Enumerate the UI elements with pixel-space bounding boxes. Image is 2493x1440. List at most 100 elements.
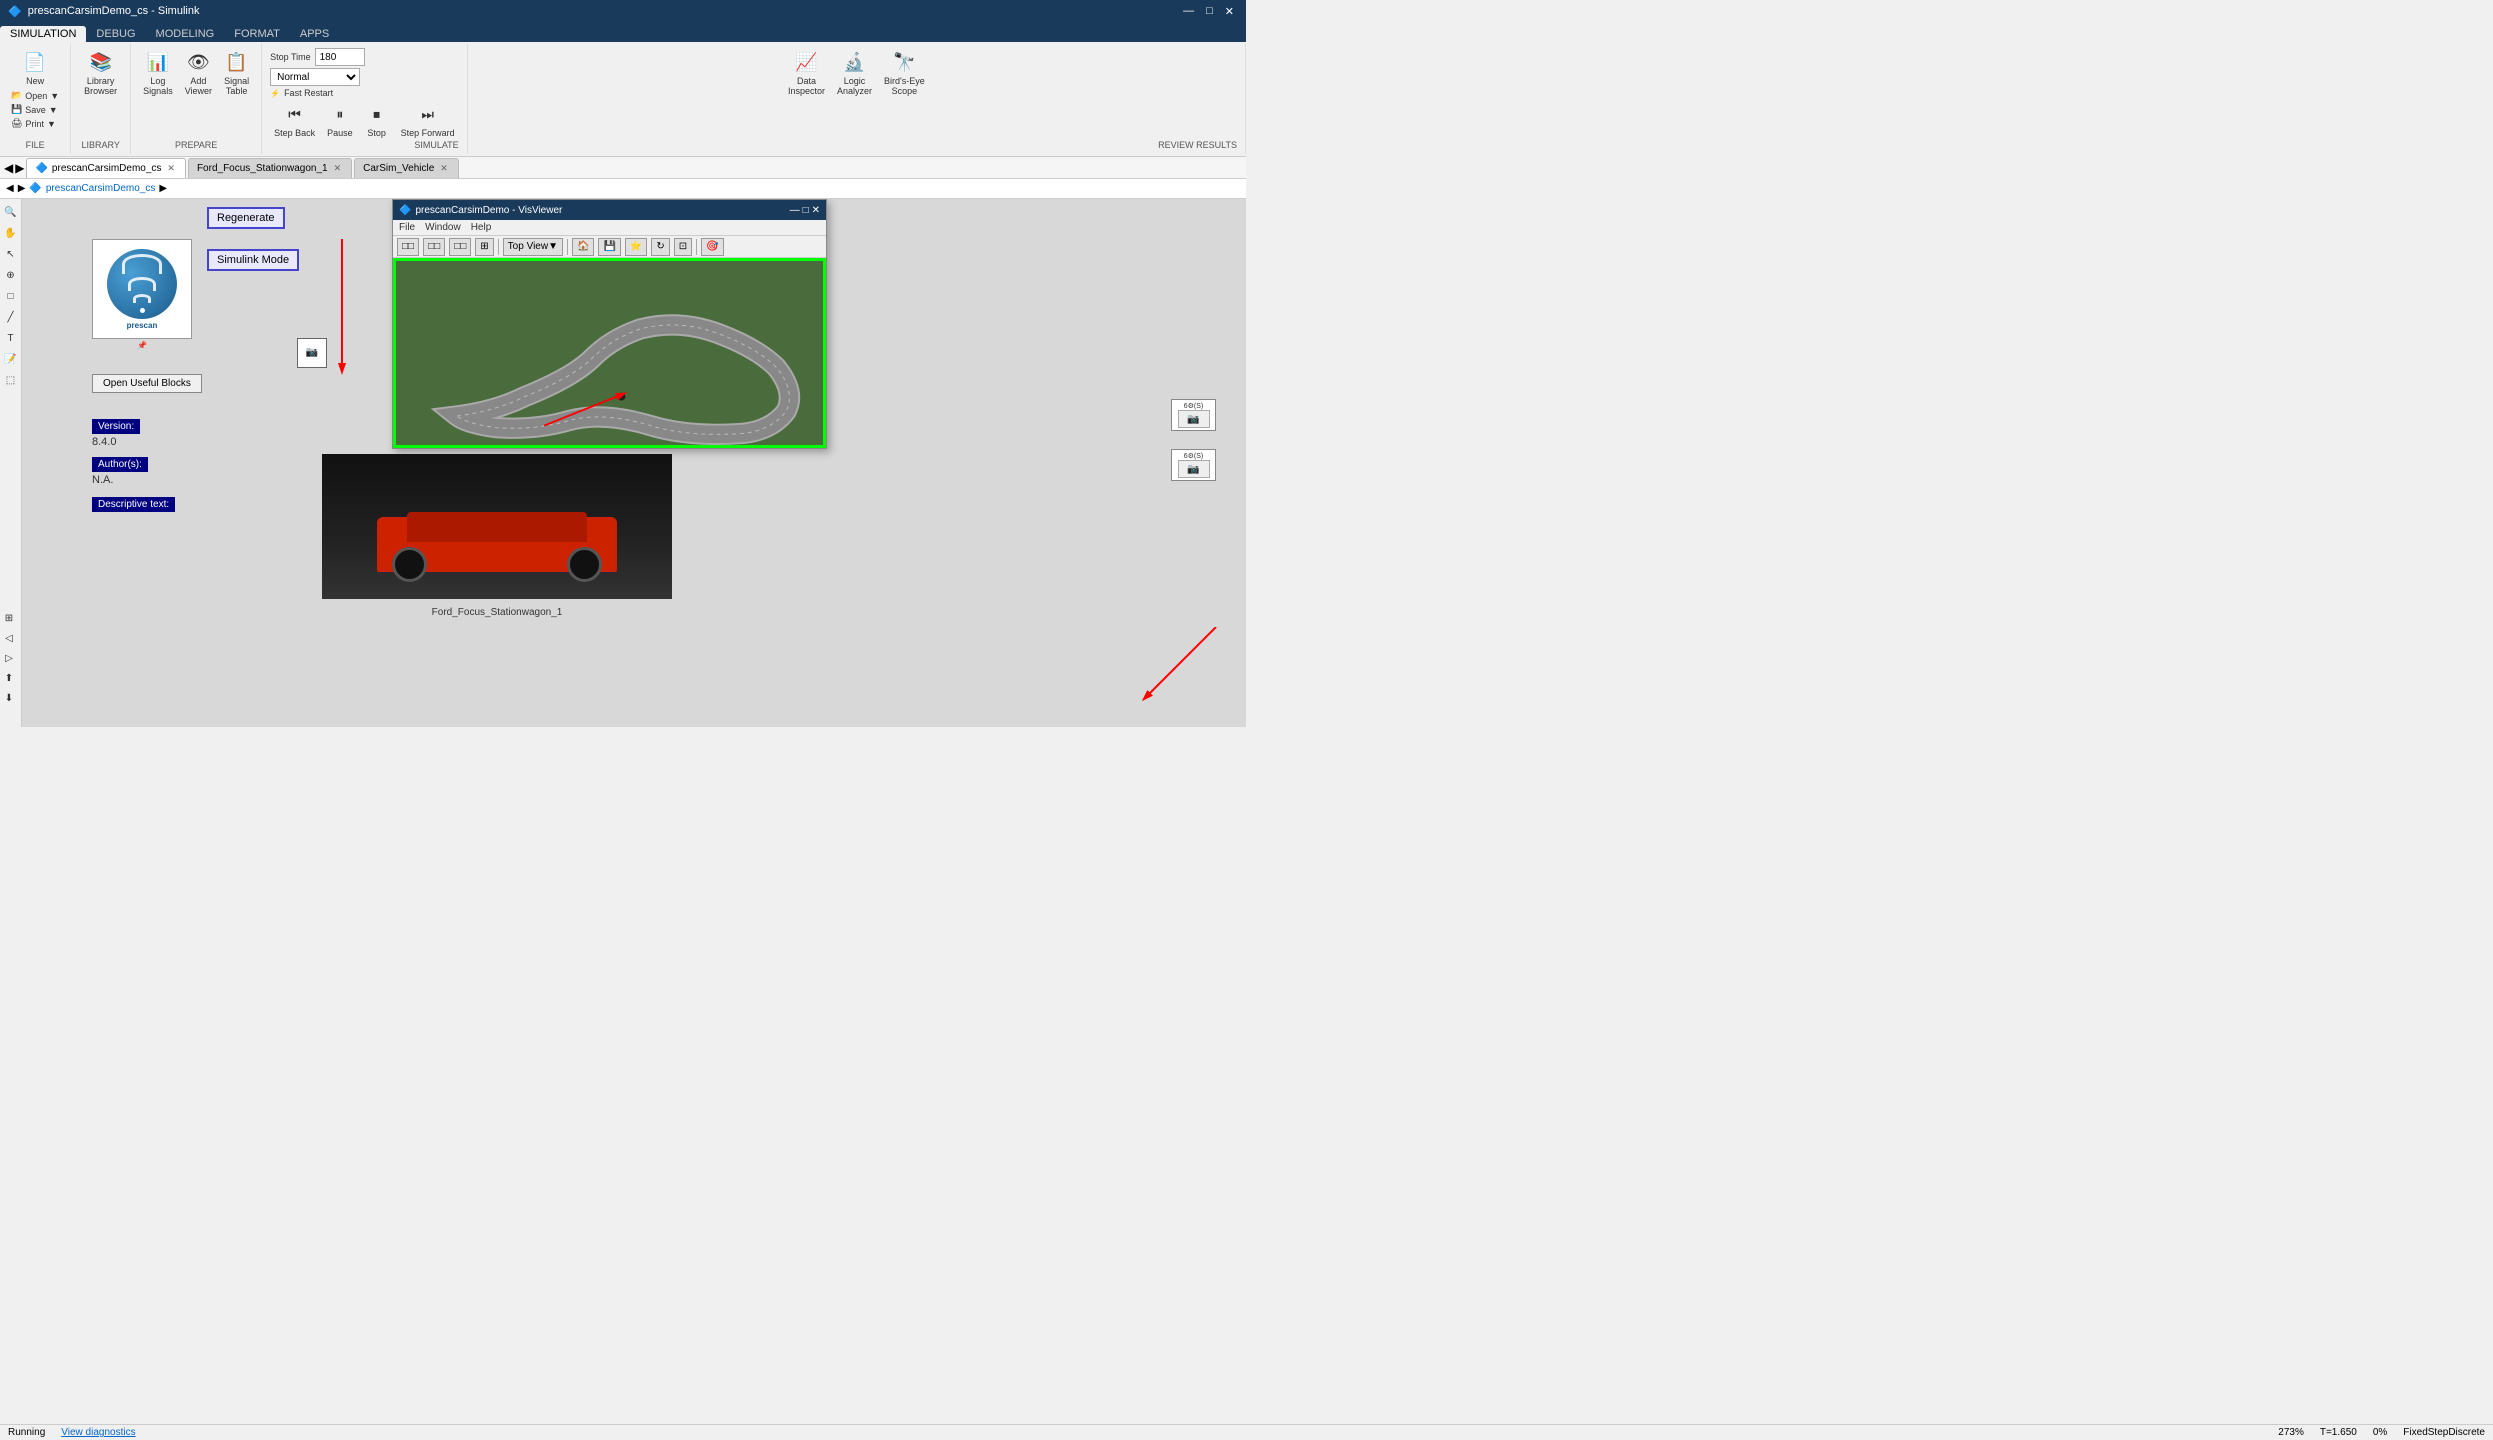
vis-view-dropdown[interactable]: Top View ▼ xyxy=(503,238,563,256)
menu-tabs: SIMULATION DEBUG MODELING FORMAT APPS xyxy=(0,22,1246,42)
breadcrumb-forward[interactable]: ▶ xyxy=(18,183,26,194)
logic-analyzer-button[interactable]: 🔬 Logic Analyzer xyxy=(833,48,876,98)
minimize-button[interactable]: — xyxy=(1179,5,1198,18)
vis-menu-help[interactable]: Help xyxy=(471,222,492,233)
wifi-ring-small xyxy=(133,294,151,303)
tab-apps[interactable]: APPS xyxy=(290,26,339,42)
open-useful-button[interactable]: Open Useful Blocks xyxy=(92,374,202,393)
library-icon: 📚 xyxy=(89,50,113,74)
pause-button[interactable]: ⏸ Pause xyxy=(323,100,357,140)
vis-view-toggle3[interactable]: □□ xyxy=(449,238,471,256)
stop-time-input[interactable] xyxy=(315,48,365,66)
vis-view-toggle2[interactable]: □□ xyxy=(423,238,445,256)
tab-close-ford[interactable]: ✕ xyxy=(332,163,344,174)
tab-simulation[interactable]: SIMULATION xyxy=(0,26,86,42)
sidebar-border[interactable]: ⬚ xyxy=(2,371,20,389)
open-icon: 📂 xyxy=(11,90,22,101)
add-viewer-button[interactable]: 👁 Add Viewer xyxy=(181,48,216,98)
tab-ford[interactable]: Ford_Focus_Stationwagon_1 ✕ xyxy=(188,158,352,178)
tab-carsim[interactable]: CarSim_Vehicle ✕ xyxy=(354,158,459,178)
stop-time-row: Stop Time xyxy=(270,48,365,66)
vis-dots[interactable]: ⊡ xyxy=(674,238,692,256)
close-button[interactable]: ✕ xyxy=(1221,5,1238,18)
car-area xyxy=(322,454,672,599)
time-label: T=1.650 xyxy=(2320,1427,2357,1438)
sidebar-down[interactable]: ⬇ xyxy=(0,689,18,707)
connector-area: 📷 ▶ xyxy=(297,344,308,361)
maximize-button[interactable]: □ xyxy=(1202,5,1217,18)
vis-view-toggle4[interactable]: ⊞ xyxy=(475,238,493,256)
signal-table-button[interactable]: 📋 Signal Table xyxy=(220,48,253,98)
sidebar-note[interactable]: 📝 xyxy=(2,350,20,368)
stop-button[interactable]: ⏹ Stop xyxy=(361,100,393,140)
vis-maximize[interactable]: □ xyxy=(803,205,809,216)
step-forward-button[interactable]: ⏭ Step Forward xyxy=(397,100,459,140)
sidebar-bottom-2[interactable]: ◁ xyxy=(0,629,18,647)
vis-menu-file[interactable]: File xyxy=(399,222,415,233)
vis-home[interactable]: 🏠 xyxy=(572,238,594,256)
vis-view-toggle[interactable]: □□ xyxy=(397,238,419,256)
vis-save[interactable]: 💾 xyxy=(598,238,620,256)
prescan-pin: 📌 xyxy=(92,341,192,350)
prescan-text: prescan xyxy=(127,321,158,330)
window-title: prescanCarsimDemo_cs - Simulink xyxy=(28,5,200,17)
breadcrumb-model[interactable]: prescanCarsimDemo_cs xyxy=(46,183,155,194)
birds-eye-button[interactable]: 🔭 Bird's-Eye Scope xyxy=(880,48,929,98)
vis-menu-window[interactable]: Window xyxy=(425,222,461,233)
file-items: 📄 New 📂 Open ▼ 💾 Save ▼ 🖨 Print ▼ xyxy=(8,48,62,138)
save-button[interactable]: 💾 Save ▼ xyxy=(8,103,62,116)
mode-dropdown[interactable]: Normal xyxy=(270,68,360,86)
fast-restart-row: ⚡ Fast Restart xyxy=(270,88,365,98)
open-button[interactable]: 📂 Open ▼ xyxy=(8,89,62,102)
sidebar-up-down[interactable]: ⬆ xyxy=(0,669,18,687)
app-icon: 🔷 xyxy=(8,5,22,18)
vis-extra[interactable]: 🎯 xyxy=(701,238,723,256)
title-bar-controls[interactable]: — □ ✕ xyxy=(1179,5,1238,18)
tab-label-ford: Ford_Focus_Stationwagon_1 xyxy=(197,163,328,174)
step-back-button[interactable]: ⏮ Step Back xyxy=(270,100,319,140)
percent-label: 0% xyxy=(2373,1427,2387,1438)
tab-modeling[interactable]: MODELING xyxy=(146,26,225,42)
vis-title-bar: 🔷 prescanCarsimDemo - VisViewer — □ ✕ xyxy=(393,200,826,220)
print-button[interactable]: 🖨 Print ▼ xyxy=(8,117,62,130)
new-icon: 📄 xyxy=(23,50,47,74)
simulink-mode-button[interactable]: Simulink Mode xyxy=(207,249,299,271)
new-button[interactable]: 📄 New xyxy=(8,48,62,88)
canvas-area: prescan 📌 Regenerate Simulink Mode Open … xyxy=(22,199,1246,727)
sidebar-text[interactable]: T xyxy=(2,329,20,347)
tab-nav-next[interactable]: ▶ xyxy=(15,161,24,175)
tab-nav-prev[interactable]: ◀ xyxy=(4,161,13,175)
small-block-2: 6⚙(S) 📷 xyxy=(1171,449,1216,481)
sidebar-bottom-1[interactable]: ⊞ xyxy=(0,609,18,627)
breadcrumb-back[interactable]: ◀ xyxy=(6,183,14,194)
vis-close[interactable]: ✕ xyxy=(812,205,820,216)
sidebar-cursor[interactable]: ↖ xyxy=(2,245,20,263)
tab-close-prescan[interactable]: ✕ xyxy=(165,163,177,174)
tab-format[interactable]: FORMAT xyxy=(224,26,290,42)
sidebar-hand[interactable]: ✋ xyxy=(2,224,20,242)
block2-inner-icon: 📷 xyxy=(1187,464,1199,475)
vis-controls[interactable]: — □ ✕ xyxy=(790,205,820,216)
sidebar-line[interactable]: ╱ xyxy=(2,308,20,326)
vis-star[interactable]: ⭐ xyxy=(625,238,647,256)
regenerate-button[interactable]: Regenerate xyxy=(207,207,285,229)
car-mockup xyxy=(322,454,672,599)
diagnostics-link[interactable]: View diagnostics xyxy=(61,1427,135,1438)
tab-close-carsim[interactable]: ✕ xyxy=(438,163,450,174)
vis-icon: 🔷 xyxy=(399,205,411,216)
sidebar-search[interactable]: 🔍 xyxy=(2,203,20,221)
wheel-rear xyxy=(567,547,602,582)
sidebar-bottom-3[interactable]: ▷ xyxy=(0,649,18,667)
tab-prescan[interactable]: 🔷 prescanCarsimDemo_cs ✕ xyxy=(26,158,185,178)
open-dropdown-icon: ▼ xyxy=(50,91,59,101)
vis-toolbar-sep3 xyxy=(696,239,697,255)
sidebar-box[interactable]: □ xyxy=(2,287,20,305)
vis-minimize[interactable]: — xyxy=(790,205,800,216)
tab-debug[interactable]: DEBUG xyxy=(86,26,145,42)
vis-toolbar: □□ □□ □□ ⊞ Top View ▼ 🏠 💾 ⭐ ↻ ⊡ 🎯 xyxy=(393,236,826,258)
data-inspector-button[interactable]: 📈 Data Inspector xyxy=(784,48,829,98)
library-browser-button[interactable]: 📚 Library Browser xyxy=(80,48,121,98)
log-signals-button[interactable]: 📊 Log Signals xyxy=(139,48,177,98)
sidebar-zoom[interactable]: ⊕ xyxy=(2,266,20,284)
vis-rotate[interactable]: ↻ xyxy=(651,238,669,256)
